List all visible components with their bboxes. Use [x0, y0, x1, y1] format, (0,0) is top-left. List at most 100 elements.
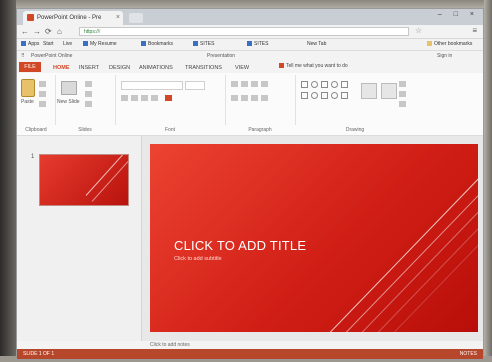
group-font: Font: [115, 75, 226, 133]
document-title[interactable]: Presentation: [207, 53, 235, 59]
bookmark-item[interactable]: SITES: [193, 41, 214, 47]
group-label: Clipboard: [25, 127, 47, 133]
thumbnail-decoration-line: [85, 155, 128, 196]
tab-transitions[interactable]: TRANSITIONS: [185, 63, 222, 73]
duplicate-shape-icon[interactable]: [399, 101, 406, 107]
bookmark-item[interactable]: Start: [43, 41, 54, 47]
strikethrough-icon[interactable]: [151, 95, 158, 101]
tab-view[interactable]: VIEW: [235, 63, 249, 73]
shape-outline-icon[interactable]: [399, 91, 406, 97]
shape-fill-icon[interactable]: [399, 81, 406, 87]
bullets-icon[interactable]: [231, 81, 238, 87]
tab-file[interactable]: FILE: [19, 62, 41, 72]
paste-icon[interactable]: [21, 79, 35, 97]
oval-shape-icon[interactable]: [311, 81, 318, 88]
ribbon: Paste Clipboard New Slide Slides Font Pa…: [17, 73, 483, 136]
triangle-shape-icon[interactable]: [321, 92, 328, 99]
arrange-icon[interactable]: [361, 83, 377, 99]
url-rest: /: [99, 29, 101, 35]
arrow-shape-icon[interactable]: [331, 92, 338, 99]
align-center-icon[interactable]: [241, 95, 248, 101]
group-drawing: Drawing: [295, 75, 415, 133]
monitor-bezel-left: [0, 0, 16, 362]
font-family-select[interactable]: [121, 81, 183, 90]
align-left-icon[interactable]: [231, 95, 238, 101]
rounded-rect-shape-icon[interactable]: [321, 81, 328, 88]
reload-icon[interactable]: ⟳: [45, 26, 52, 37]
bookmark-item[interactable]: Live: [63, 41, 72, 47]
new-tab-button[interactable]: [129, 13, 143, 23]
other-bookmarks[interactable]: Other bookmarks: [427, 41, 472, 47]
delete-slide-icon[interactable]: [85, 101, 92, 107]
line-shape-icon[interactable]: [301, 92, 308, 99]
notes-placeholder: Click to add notes: [150, 342, 190, 348]
sign-in-link[interactable]: Sign in: [437, 53, 452, 59]
circle-shape-icon[interactable]: [331, 81, 338, 88]
tab-strip: PowerPoint Online - Pre × – □ ×: [17, 9, 483, 25]
back-icon[interactable]: ←: [21, 26, 29, 37]
subtitle-placeholder[interactable]: Click to add subtitle: [174, 256, 222, 262]
increase-indent-icon[interactable]: [261, 81, 268, 87]
notes-toggle[interactable]: NOTES: [460, 351, 477, 357]
close-tab-icon[interactable]: ×: [116, 11, 120, 25]
bookmark-star-icon[interactable]: ☆: [415, 26, 422, 35]
ribbon-tabs: FILE HOME INSERT DESIGN ANIMATIONS TRANS…: [17, 61, 483, 73]
apps-icon: [21, 41, 26, 46]
tab-insert[interactable]: INSERT: [79, 63, 99, 73]
window-controls[interactable]: – □ ×: [438, 11, 479, 18]
bookmark-item[interactable]: My Resume: [83, 41, 117, 47]
numbering-icon[interactable]: [241, 81, 248, 87]
bookmark-icon: [83, 41, 88, 46]
bookmark-item[interactable]: SITES: [247, 41, 268, 47]
copy-icon[interactable]: [39, 91, 46, 97]
address-bar[interactable]: https:///: [79, 27, 409, 36]
browser-menu-icon[interactable]: ≡: [472, 26, 477, 35]
star-shape-icon[interactable]: [341, 92, 348, 99]
browser-window: PowerPoint Online - Pre × – □ × ← → ⟳ ⌂ …: [16, 8, 484, 360]
lightbulb-icon: [279, 63, 284, 68]
slide-canvas[interactable]: CLICK TO ADD TITLE Click to add subtitle: [150, 144, 478, 332]
notes-pane[interactable]: Click to add notes: [142, 341, 483, 349]
tab-title: PowerPoint Online - Pre: [37, 15, 102, 21]
group-label: Paragraph: [248, 127, 272, 133]
group-label: Drawing: [345, 127, 365, 133]
app-name: PowerPoint Online: [31, 53, 73, 59]
bookmark-icon: [193, 41, 198, 46]
home-icon[interactable]: ⌂: [57, 26, 62, 37]
app-launcher-icon[interactable]: ⠿: [21, 53, 25, 59]
bookmark-item[interactable]: New Tab: [307, 41, 326, 47]
tell-me-search[interactable]: Tell me what you want to do: [279, 63, 348, 69]
decrease-indent-icon[interactable]: [251, 81, 258, 87]
browser-tab[interactable]: PowerPoint Online - Pre ×: [23, 11, 123, 25]
layout-icon[interactable]: [85, 81, 92, 87]
forward-icon[interactable]: →: [33, 26, 41, 37]
tab-design[interactable]: DESIGN: [109, 63, 130, 73]
new-slide-icon[interactable]: [61, 81, 77, 95]
italic-icon[interactable]: [131, 95, 138, 101]
underline-icon[interactable]: [141, 95, 148, 101]
font-size-select[interactable]: [185, 81, 205, 90]
slide-decoration-line: [361, 166, 478, 332]
rectangle-shape-icon[interactable]: [301, 81, 308, 88]
justify-icon[interactable]: [261, 95, 268, 101]
align-right-icon[interactable]: [251, 95, 258, 101]
square-shape-icon[interactable]: [341, 81, 348, 88]
bookmark-item[interactable]: Bookmarks: [141, 41, 173, 47]
ellipse-shape-icon[interactable]: [311, 92, 318, 99]
powerpoint-favicon-icon: [27, 14, 34, 21]
tab-animations[interactable]: ANIMATIONS: [139, 63, 173, 73]
title-placeholder[interactable]: CLICK TO ADD TITLE: [174, 238, 306, 253]
bold-icon[interactable]: [121, 95, 128, 101]
monitor-bezel-right: [484, 0, 492, 362]
new-slide-label: New Slide: [57, 99, 80, 105]
slide-editor: CLICK TO ADD TITLE Click to add subtitle: [142, 136, 483, 341]
bookmark-item[interactable]: Apps: [21, 41, 39, 47]
quick-styles-icon[interactable]: [381, 83, 397, 99]
slide-thumbnail[interactable]: [39, 154, 129, 206]
duplicate-icon[interactable]: [85, 91, 92, 97]
font-color-icon[interactable]: [165, 95, 172, 101]
format-painter-icon[interactable]: [39, 101, 46, 107]
bookmarks-bar: Apps Start Live My Resume Bookmarks SITE…: [17, 39, 483, 51]
cut-icon[interactable]: [39, 81, 46, 87]
tab-home[interactable]: HOME: [53, 63, 70, 73]
